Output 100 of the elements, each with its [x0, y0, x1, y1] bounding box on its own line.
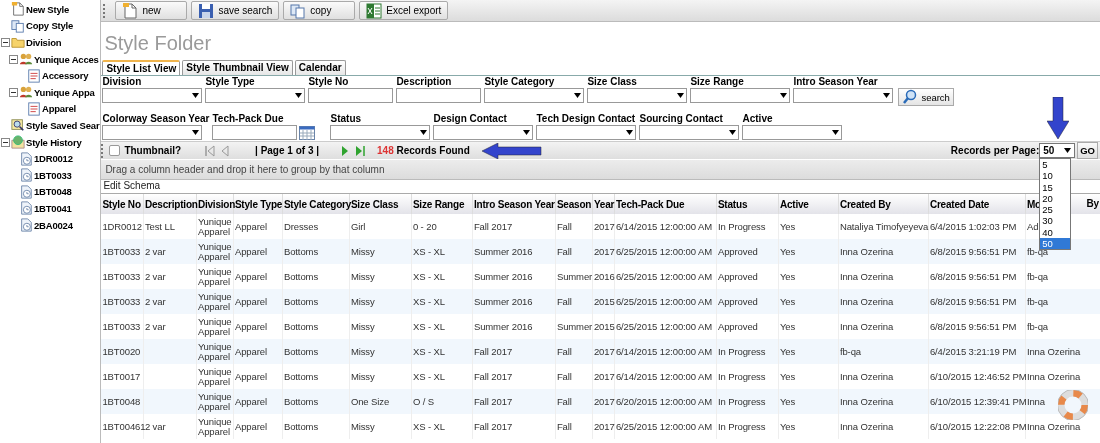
column-header[interactable]: Description: [144, 198, 198, 210]
dropdown-option[interactable]: 25: [1040, 204, 1071, 216]
column-header[interactable]: Division: [197, 198, 236, 210]
tree-item[interactable]: Yunique Appa: [34, 86, 95, 98]
table-cell: In Progress: [717, 396, 766, 407]
dropdown[interactable]: [587, 88, 688, 103]
column-header[interactable]: Active: [779, 198, 809, 210]
tree-item[interactable]: Style Saved Sear: [26, 119, 100, 131]
column-header[interactable]: Intro Season Year: [473, 198, 555, 210]
table-cell: Yes: [779, 321, 796, 332]
date-field[interactable]: [212, 125, 298, 140]
tree-item[interactable]: Copy Style: [26, 20, 74, 32]
table-cell: 2017: [593, 396, 615, 407]
table-cell: Apparel: [234, 221, 267, 232]
table-cell: Yes: [779, 396, 796, 407]
collapse-toggle[interactable]: [9, 87, 18, 97]
table-cell: Fall: [556, 371, 572, 382]
excel-button[interactable]: Excel export: [359, 1, 449, 20]
table-cell: Yunique Apparel: [197, 241, 232, 262]
column-header[interactable]: Season: [556, 198, 592, 210]
dropdown[interactable]: [102, 88, 203, 103]
column-header[interactable]: Size Range: [412, 198, 465, 210]
collapse-toggle[interactable]: [1, 137, 10, 147]
go-button[interactable]: GO: [1077, 142, 1098, 159]
calendar-icon[interactable]: [299, 125, 316, 140]
table-cell: 6/25/2015 12:00:00 AM: [615, 421, 713, 432]
dropdown[interactable]: [433, 125, 534, 140]
table-cell: Yes: [779, 296, 796, 307]
dropdown-option[interactable]: 30: [1040, 215, 1071, 227]
table-cell: Yunique Apparel: [197, 266, 232, 287]
column-header[interactable]: Size Class: [350, 198, 399, 210]
dropdown[interactable]: [484, 88, 585, 103]
column-header[interactable]: Status: [717, 198, 748, 210]
column-header[interactable]: Created Date: [929, 198, 990, 210]
dropdown-option[interactable]: 50: [1040, 238, 1071, 250]
tree-item[interactable]: 1BT0041: [34, 202, 72, 214]
lifebuoy-icon[interactable]: [1058, 390, 1088, 420]
collapse-toggle[interactable]: [9, 54, 18, 64]
column-header[interactable]: Created By: [839, 198, 891, 210]
dropdown[interactable]: [536, 125, 637, 140]
tab[interactable]: Style List View: [102, 60, 181, 75]
magnifier-icon: [11, 118, 25, 133]
dropdown-option[interactable]: 15: [1040, 181, 1071, 193]
save-button[interactable]: save search: [191, 1, 280, 20]
dropdown[interactable]: [102, 125, 203, 140]
tree-item[interactable]: Apparel: [42, 103, 76, 115]
checkbox[interactable]: [109, 145, 121, 156]
document-icon: [11, 2, 25, 17]
text-field[interactable]: [396, 88, 482, 103]
dropdown[interactable]: [793, 88, 894, 103]
table-cell: 2017: [593, 421, 615, 432]
table-cell: Inna Ozerina: [839, 421, 894, 432]
table-cell: 1BT0033: [102, 271, 141, 282]
tree-item[interactable]: Accessory: [42, 70, 89, 82]
column-header[interactable]: Style Type: [234, 198, 283, 210]
tree-item[interactable]: 1BT0048: [34, 186, 72, 198]
next-page-icon[interactable]: [340, 144, 350, 157]
page-title: Style Folder: [103, 31, 213, 56]
table-cell: Fall: [556, 246, 572, 257]
table-cell: Inna Ozerina: [839, 321, 894, 332]
tree-item[interactable]: Yunique Acces: [34, 53, 99, 65]
table-cell: Apparel: [234, 346, 267, 357]
new-button[interactable]: new: [115, 1, 188, 20]
table-cell: 1BT0048: [102, 396, 141, 407]
dropdown[interactable]: [330, 125, 431, 140]
table-cell: 6/4/2015 1:02:03 PM: [929, 221, 1017, 232]
table-cell: Summer 2016: [473, 271, 533, 282]
tree-item[interactable]: Division: [26, 37, 62, 48]
table-cell: Fall: [556, 296, 572, 307]
dropdown[interactable]: [205, 88, 306, 103]
search-button[interactable]: search: [898, 88, 954, 106]
tree-item[interactable]: 1DR0012: [34, 153, 73, 165]
column-header[interactable]: Year: [593, 198, 615, 210]
edit-schema-link[interactable]: Edit Schema: [103, 180, 161, 191]
tree-item[interactable]: 2BA0024: [34, 219, 73, 231]
column-header[interactable]: Style No: [102, 198, 141, 210]
dropdown-option[interactable]: 5: [1040, 159, 1071, 171]
table-cell: 6/10/2015 12:39:41 PM: [929, 396, 1027, 407]
table-cell: 6/8/2015 9:56:51 PM: [929, 271, 1017, 282]
dropdown-option[interactable]: 20: [1040, 192, 1071, 205]
tree-item[interactable]: 1BT0033: [34, 169, 72, 181]
page-size-dropdown[interactable]: 50: [1039, 143, 1076, 158]
tree-item[interactable]: New Style: [26, 3, 70, 15]
dropdown-option[interactable]: 10: [1040, 170, 1071, 182]
dropdown[interactable]: [639, 125, 740, 140]
tab[interactable]: Style Thumbnail View: [182, 60, 293, 75]
collapse-toggle[interactable]: [1, 38, 10, 47]
dropdown[interactable]: [690, 88, 791, 103]
column-header[interactable]: Tech-Pack Due: [615, 198, 685, 210]
tree-item[interactable]: Style History: [26, 136, 82, 148]
table-cell: Apparel: [234, 246, 267, 257]
dropdown-option[interactable]: 40: [1040, 226, 1071, 239]
table-cell: 2017: [593, 346, 615, 357]
dropdown[interactable]: [742, 125, 843, 140]
tab[interactable]: Calendar: [294, 60, 346, 75]
copy-button[interactable]: copy: [283, 1, 356, 20]
column-header[interactable]: Style Category: [283, 198, 352, 210]
last-page-icon[interactable]: [355, 144, 365, 157]
text-field[interactable]: [308, 88, 394, 103]
column-header[interactable]: By: [1086, 198, 1099, 209]
